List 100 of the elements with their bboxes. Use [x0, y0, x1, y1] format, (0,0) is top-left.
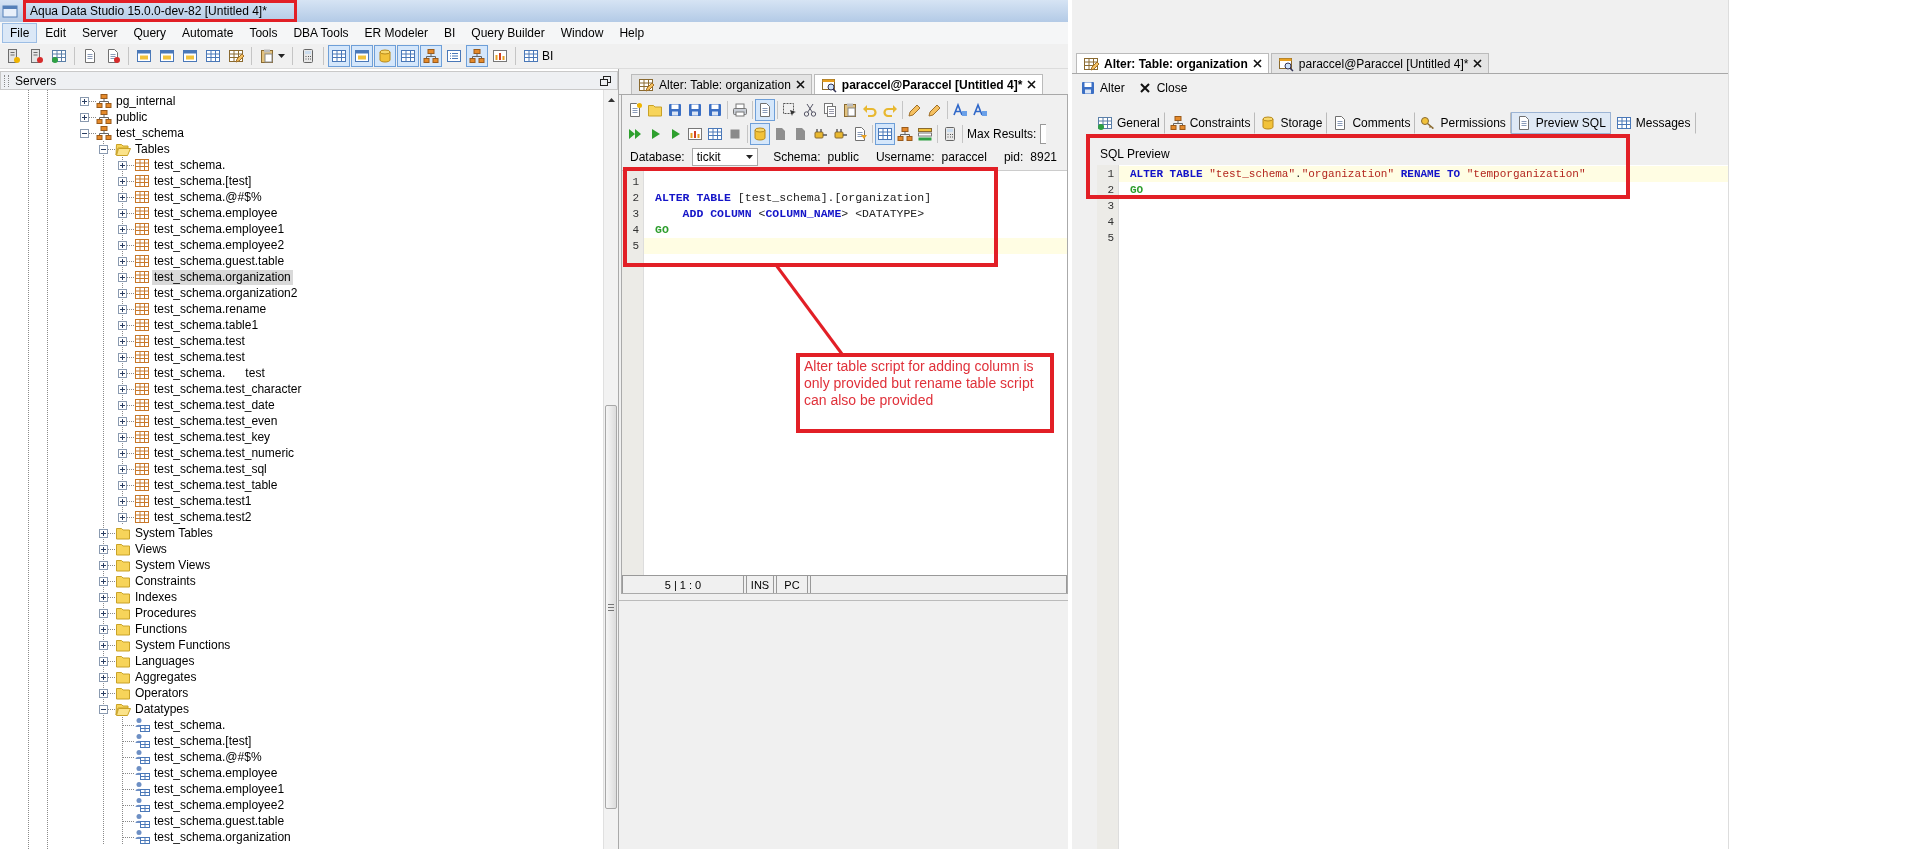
tree-item[interactable]: test_schema.organization: [152, 829, 293, 845]
expand-icon[interactable]: [118, 208, 127, 218]
collapse-icon[interactable]: [99, 144, 108, 154]
tab[interactable]: Permissions: [1415, 112, 1511, 134]
expand-icon[interactable]: [118, 352, 127, 362]
expand-icon[interactable]: [118, 320, 127, 330]
tree-item[interactable]: Indexes: [133, 589, 180, 605]
input-field[interactable]: [1040, 124, 1047, 144]
tree-item[interactable]: test_schema.test_table: [152, 477, 280, 493]
expand-icon[interactable]: [118, 480, 127, 490]
expand-icon[interactable]: [99, 624, 108, 634]
tree-item[interactable]: test_schema.test1: [152, 493, 254, 509]
expand-icon[interactable]: [118, 448, 127, 458]
tab[interactable]: Messages: [1610, 112, 1696, 134]
menu-item[interactable]: BI: [435, 23, 464, 43]
expand-icon[interactable]: [118, 512, 127, 522]
tree-item[interactable]: Views: [133, 541, 169, 557]
tree-item[interactable]: Operators: [133, 685, 191, 701]
menu-item[interactable]: DBA Tools: [285, 23, 357, 43]
tree-item[interactable]: pg_internal: [114, 93, 178, 109]
expand-icon[interactable]: [99, 656, 108, 666]
toolbar-button[interactable]: [466, 45, 488, 67]
menu-item[interactable]: Query Builder: [463, 23, 553, 43]
expand-icon[interactable]: [80, 112, 89, 122]
expand-icon[interactable]: [99, 672, 108, 682]
expand-icon[interactable]: [118, 240, 127, 250]
tab[interactable]: paraccel@Paraccel [Untitled 4]*: [813, 74, 1044, 94]
expand-icon[interactable]: [118, 224, 127, 234]
tab[interactable]: Preview SQL: [1510, 112, 1611, 134]
tab[interactable]: paraccel@Paraccel [Untitled 4]*: [1270, 53, 1490, 73]
tree-item[interactable]: test_schema.test_key: [152, 429, 273, 445]
tree-item[interactable]: Datatypes: [133, 701, 192, 717]
tree-item[interactable]: test_schema.test_date: [152, 397, 277, 413]
menu-item[interactable]: File: [2, 23, 38, 43]
expand-icon[interactable]: [118, 304, 127, 314]
expand-icon[interactable]: [99, 528, 108, 538]
toolbar-button[interactable]: [755, 99, 775, 121]
expand-icon[interactable]: [118, 288, 127, 298]
expand-icon[interactable]: [118, 464, 127, 474]
close-icon[interactable]: [1473, 59, 1483, 68]
expand-icon[interactable]: [118, 336, 127, 346]
tree-item[interactable]: Functions: [133, 621, 190, 637]
tree-item[interactable]: test_schema.[test]: [152, 733, 254, 749]
tree-item[interactable]: test_schema.test2: [152, 509, 254, 525]
expand-icon[interactable]: [118, 160, 127, 170]
expand-icon[interactable]: [118, 368, 127, 378]
menu-item[interactable]: Tools: [241, 23, 286, 43]
toolbar-button[interactable]: Close: [1134, 80, 1190, 96]
tree-item[interactable]: test_schema.employee2: [152, 797, 287, 813]
tree-item[interactable]: test_schema.test_sql: [152, 461, 269, 477]
toolbar-button[interactable]: Alter: [1078, 80, 1127, 96]
tree-item[interactable]: test_schema. test: [152, 365, 267, 381]
tab[interactable]: Constraints: [1164, 112, 1256, 134]
menu-item[interactable]: Help: [611, 23, 653, 43]
tab[interactable]: Comments: [1327, 112, 1416, 134]
expand-icon[interactable]: [118, 176, 127, 186]
close-icon[interactable]: [1027, 80, 1037, 89]
tree-item[interactable]: test_schema.[test]: [152, 173, 254, 189]
toolbar-button[interactable]: [328, 45, 350, 67]
tree-item[interactable]: test_schema.employee1: [152, 781, 287, 797]
menu-item[interactable]: Edit: [37, 23, 75, 43]
menu-item[interactable]: ER Modeler: [356, 23, 436, 43]
expand-icon[interactable]: [99, 544, 108, 554]
expand-icon[interactable]: [99, 608, 108, 618]
close-icon[interactable]: [1252, 59, 1262, 68]
collapse-icon[interactable]: [99, 704, 108, 714]
tab[interactable]: General: [1092, 112, 1165, 134]
tree-item[interactable]: System Functions: [133, 637, 233, 653]
tree-item[interactable]: test_schema.organization2: [152, 285, 300, 301]
tree-item[interactable]: test_schema: [114, 125, 187, 141]
tree-item[interactable]: test_schema.: [152, 717, 228, 733]
tree-item[interactable]: Aggregates: [133, 669, 199, 685]
expand-icon[interactable]: [118, 432, 127, 442]
toolbar-button[interactable]: [420, 45, 442, 67]
tree-item[interactable]: Tables: [133, 141, 172, 157]
tree-item[interactable]: test_schema.test_character: [152, 381, 304, 397]
tree-item[interactable]: test_schema.: [152, 157, 228, 173]
menu-item[interactable]: Query: [125, 23, 175, 43]
tree-item[interactable]: test_schema.guest.table: [152, 253, 287, 269]
tab[interactable]: Alter: Table: organization: [1076, 53, 1269, 73]
tree-item[interactable]: test_schema.employee: [152, 765, 280, 781]
toolbar-button[interactable]: BI: [520, 45, 557, 67]
tree-item[interactable]: test_schema.test: [152, 333, 247, 349]
database-dropdown[interactable]: tickit: [691, 148, 759, 166]
expand-icon[interactable]: [118, 416, 127, 426]
expand-icon[interactable]: [99, 576, 108, 586]
menu-item[interactable]: Automate: [174, 23, 242, 43]
expand-icon[interactable]: [99, 688, 108, 698]
tree-item[interactable]: Procedures: [133, 605, 199, 621]
expand-icon[interactable]: [118, 384, 127, 394]
tree-item[interactable]: test_schema.test_numeric: [152, 445, 297, 461]
tab[interactable]: Storage: [1255, 112, 1328, 134]
expand-icon[interactable]: [118, 400, 127, 410]
tree-item[interactable]: test_schema.@#$%: [152, 749, 264, 765]
menu-item[interactable]: Window: [552, 23, 612, 43]
scrollbar-thumb[interactable]: [605, 405, 617, 809]
tree-item[interactable]: test_schema.employee: [152, 205, 280, 221]
tree-item[interactable]: test_schema.test: [152, 349, 247, 365]
scroll-up-icon[interactable]: [607, 98, 615, 102]
toolbar-button[interactable]: [351, 45, 373, 67]
